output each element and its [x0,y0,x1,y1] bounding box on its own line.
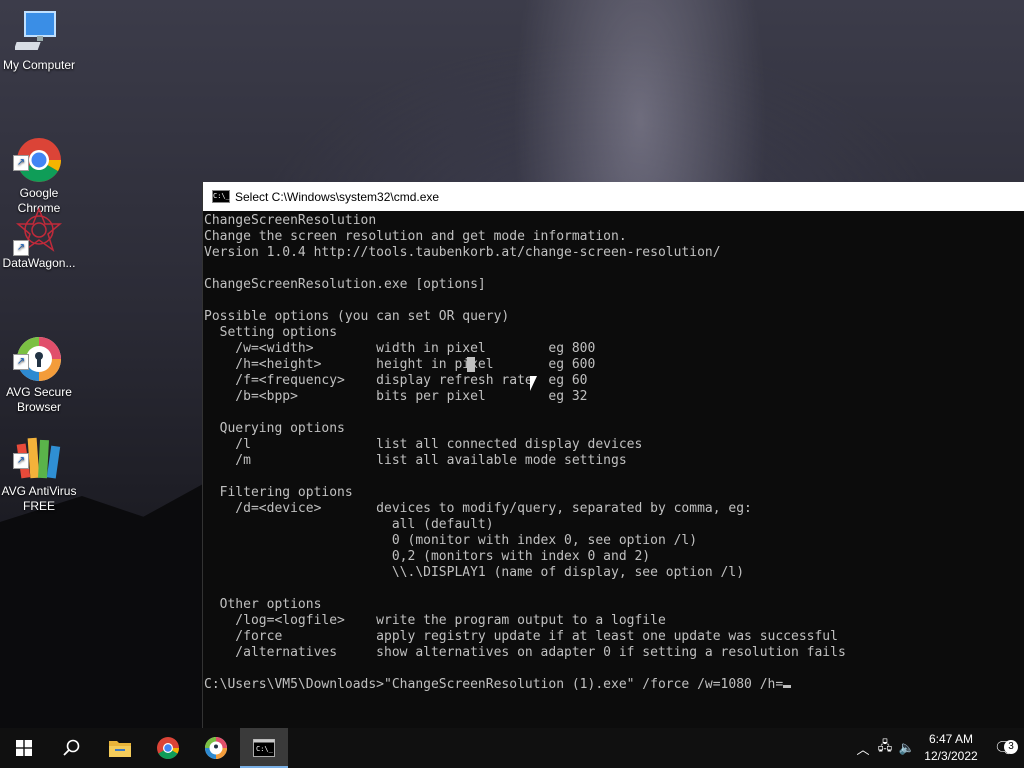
system-tray: ︿ 🖧 🔈 6:47 AM 12/3/2022 🗨 3 [852,728,1024,768]
chevron-up-icon[interactable]: ︿ [852,739,874,758]
desktop-icon-my-computer[interactable]: My Computer [0,8,78,73]
console-output[interactable]: ChangeScreenResolution Change the screen … [203,211,1024,693]
chrome-taskbar-button[interactable] [144,728,192,768]
cmd-taskbar-button[interactable]: C:\_ [240,728,288,768]
cmd-icon: C:\_ [253,739,275,757]
shortcut-arrow-icon: ↗ [13,453,29,469]
shortcut-arrow-icon: ↗ [13,155,29,171]
shortcut-arrow-icon: ↗ [13,354,29,370]
volume-icon[interactable]: 🔈 [896,740,918,756]
mouse-pointer-icon [530,376,537,391]
windows-logo-icon [16,740,32,756]
clock[interactable]: 6:47 AM 12/3/2022 [918,731,984,765]
svg-text:C:\_: C:\_ [256,745,274,753]
chrome-icon [157,737,179,759]
search-icon [63,739,80,756]
notification-count-badge: 3 [1004,740,1018,754]
console-line: 0 (monitor with index 0, see option /l) [204,533,698,548]
console-line: /force apply registry update if at least… [204,629,838,644]
console-line: /w=<width> width in pixel eg 800 [204,341,596,356]
console-line: ChangeScreenResolution [204,213,377,228]
folder-icon [109,741,131,757]
taskbar: C:\_ ︿ 🖧 🔈 6:47 AM 12/3/2022 🗨 3 [0,728,1024,768]
console-line: /m list all available mode settings [204,453,627,468]
console-line: /d=<device> devices to modify/query, sep… [204,501,752,516]
console-line: /h=<height> height in pixel eg 600 [204,357,596,372]
console-line: Filtering options [204,485,353,500]
console-prompt-text: C:\Users\VM5\Downloads>"ChangeScreenReso… [204,677,784,692]
console-line: all (default) [204,517,494,532]
cmd-window[interactable]: C:\_ Select C:\Windows\system32\cmd.exe … [202,182,1024,728]
clock-date: 12/3/2022 [924,749,978,763]
desktop-icon-datawagon[interactable]: ↗ DataWagon... [0,206,78,271]
console-line: /f=<frequency> display refresh rate eg 6… [204,373,588,388]
console-line: Querying options [204,421,345,436]
console-line: /alternatives show alternatives on adapt… [204,645,846,660]
avg-secure-browser-icon [205,737,227,759]
cmd-icon: C:\_ [212,190,230,203]
search-button[interactable] [48,728,96,768]
desktop-icon-label: DataWagon... [2,256,76,270]
console-line: Change the screen resolution and get mod… [204,229,627,244]
notification-center-button[interactable]: 🗨 3 [984,738,1024,758]
avg-antivirus-icon: ↗ [13,419,63,479]
window-titlebar[interactable]: C:\_ Select C:\Windows\system32\cmd.exe [203,182,1024,211]
desktop-icon-avg-secure-browser[interactable]: ↗ AVG Secure Browser [0,305,78,415]
desktop-icon-avg-antivirus[interactable]: ↗ AVG AntiVirus FREE [0,404,78,514]
avg-secure-browser-icon: ↗ [13,320,63,381]
console-line: Other options [204,597,322,612]
console-line: /l list all connected display devices [204,437,643,452]
console-line: Setting options [204,325,338,340]
clock-time: 6:47 AM [928,732,974,746]
console-line: Possible options (you can set OR query) [204,309,510,324]
console-line: ChangeScreenResolution.exe [options] [204,277,486,292]
file-explorer-button[interactable] [96,728,144,768]
datawagon-icon: ↗ [13,206,63,256]
shortcut-arrow-icon: ↗ [13,240,29,256]
computer-icon [13,8,63,56]
desktop-icon-label: AVG AntiVirus FREE [1,484,77,513]
console-prompt-line[interactable]: C:\Users\VM5\Downloads>"ChangeScreenReso… [204,677,1024,693]
network-icon[interactable]: 🖧 [874,737,896,759]
chrome-icon: ↗ [13,121,63,182]
avg-browser-taskbar-button[interactable] [192,728,240,768]
console-line: /b=<bpp> bits per pixel eg 32 [204,389,588,404]
console-line: /log=<logfile> write the program output … [204,613,666,628]
console-line: \\.\DISPLAY1 (name of display, see optio… [204,565,745,580]
console-line: Version 1.0.4 http://tools.taubenkorb.at… [204,245,721,260]
text-selection-block [467,357,475,372]
text-cursor [783,685,792,688]
console-line: 0,2 (monitors with index 0 and 2) [204,549,651,564]
desktop-icon-google-chrome[interactable]: ↗ Google Chrome [0,106,78,216]
window-title: Select C:\Windows\system32\cmd.exe [235,189,440,204]
start-button[interactable] [0,728,48,768]
desktop-icon-label: My Computer [2,58,76,72]
